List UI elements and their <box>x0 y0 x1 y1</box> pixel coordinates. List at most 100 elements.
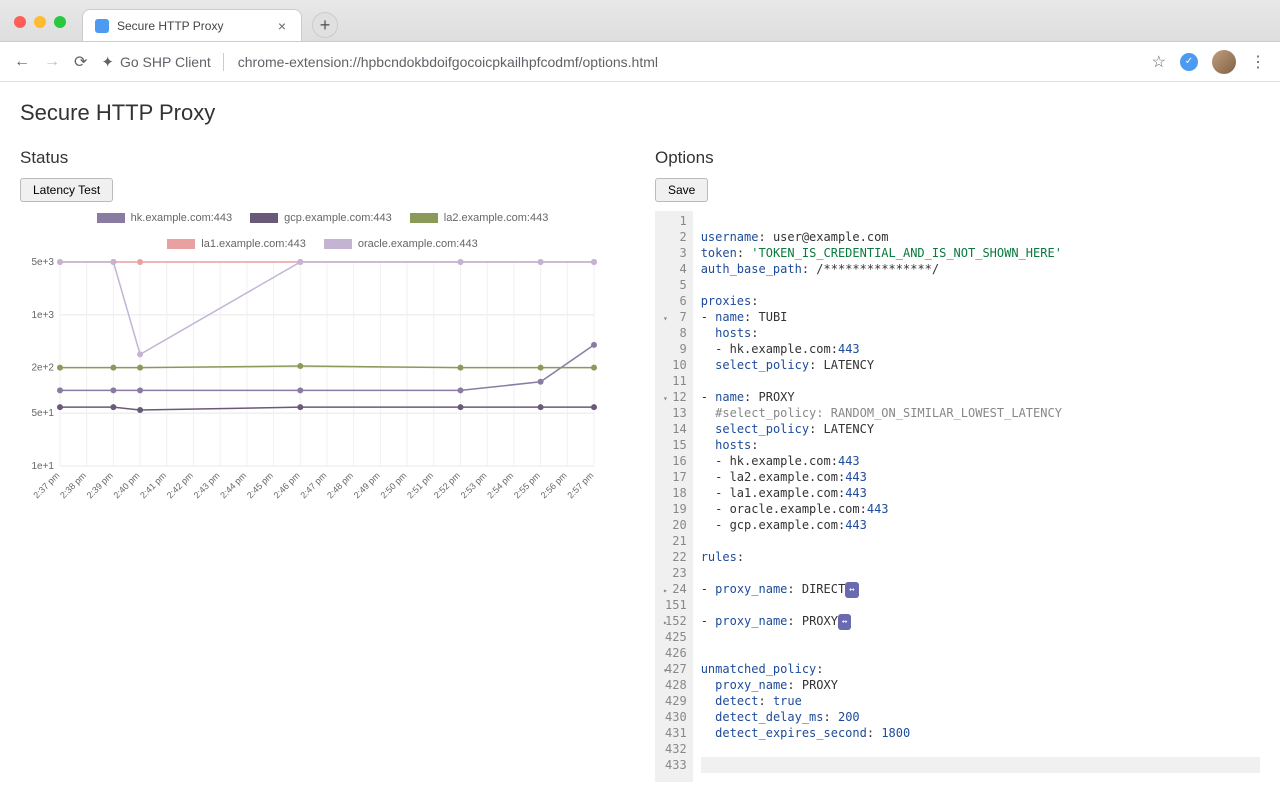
code-line[interactable]: - gcp.example.com:443 <box>701 517 1260 533</box>
code-line[interactable] <box>701 213 1260 229</box>
legend-label: la2.example.com:443 <box>444 212 549 224</box>
code-line[interactable]: select_policy: LATENCY <box>701 357 1260 373</box>
code-line[interactable]: - la1.example.com:443 <box>701 485 1260 501</box>
page-title: Secure HTTP Proxy <box>20 100 1260 126</box>
code-line[interactable]: unmatched_policy: <box>701 661 1260 677</box>
gutter-line-number: 426 <box>665 645 687 661</box>
code-line[interactable]: - oracle.example.com:443 <box>701 501 1260 517</box>
code-line[interactable]: proxy_name: PROXY <box>701 677 1260 693</box>
minimize-window-button[interactable] <box>34 16 46 28</box>
browser-tab[interactable]: Secure HTTP Proxy × <box>82 9 302 41</box>
cloud-icon <box>95 19 109 33</box>
latency-test-button[interactable]: Latency Test <box>20 178 113 202</box>
legend-item[interactable]: gcp.example.com:443 <box>250 212 392 224</box>
gutter-line-number: 11 <box>665 373 687 389</box>
svg-text:2:56 pm: 2:56 pm <box>539 470 569 500</box>
menu-kebab-icon[interactable]: ⋮ <box>1250 52 1266 72</box>
page-content: Secure HTTP Proxy Status Latency Test hk… <box>0 82 1280 800</box>
address-bar-row: ← → ⟳ ✦ Go SHP Client chrome-extension:/… <box>0 42 1280 82</box>
gutter-line-number: 12▾ <box>665 389 687 405</box>
bookmark-star-icon[interactable]: ☆ <box>1152 52 1166 72</box>
legend-item[interactable]: oracle.example.com:443 <box>324 238 478 250</box>
code-line[interactable]: username: user@example.com <box>701 229 1260 245</box>
code-line[interactable] <box>701 277 1260 293</box>
svg-text:2:50 pm: 2:50 pm <box>378 470 408 500</box>
gutter-line-number: 14 <box>665 421 687 437</box>
code-line[interactable]: select_policy: LATENCY <box>701 421 1260 437</box>
status-heading: Status <box>20 148 625 168</box>
code-line[interactable]: - hk.example.com:443 <box>701 341 1260 357</box>
svg-text:2:53 pm: 2:53 pm <box>459 470 489 500</box>
code-line[interactable]: proxies: <box>701 293 1260 309</box>
profile-avatar[interactable] <box>1212 50 1236 74</box>
legend-label: gcp.example.com:443 <box>284 212 392 224</box>
svg-text:2:39 pm: 2:39 pm <box>85 470 115 500</box>
legend-item[interactable]: la1.example.com:443 <box>167 238 306 250</box>
code-line[interactable] <box>701 629 1260 645</box>
code-line[interactable]: - proxy_name: DIRECT↔ <box>701 581 1260 597</box>
folded-badge[interactable]: ↔ <box>845 582 858 598</box>
code-line[interactable]: auth_base_path: /***************/ <box>701 261 1260 277</box>
svg-text:5e+3: 5e+3 <box>31 257 54 268</box>
code-line[interactable] <box>701 373 1260 389</box>
gutter-line-number: 13 <box>665 405 687 421</box>
config-editor[interactable]: 1234567▾89101112▾13141516171819202122232… <box>655 210 1260 782</box>
gutter-line-number: 4 <box>665 261 687 277</box>
address-url[interactable]: chrome-extension://hpbcndokbdoifgocoicpk… <box>238 54 1138 70</box>
folded-badge[interactable]: ↔ <box>838 614 851 630</box>
gutter-line-number: 8 <box>665 325 687 341</box>
code-line[interactable] <box>701 533 1260 549</box>
code-line[interactable]: - la2.example.com:443 <box>701 469 1260 485</box>
svg-text:2:38 pm: 2:38 pm <box>58 470 88 500</box>
forward-button[interactable]: → <box>44 53 60 71</box>
code-line[interactable]: detect_delay_ms: 200 <box>701 709 1260 725</box>
gutter-line-number: 9 <box>665 341 687 357</box>
legend-item[interactable]: hk.example.com:443 <box>97 212 233 224</box>
svg-text:2:41 pm: 2:41 pm <box>138 470 168 500</box>
close-tab-button[interactable]: × <box>275 19 289 33</box>
svg-text:2:44 pm: 2:44 pm <box>218 470 248 500</box>
close-window-button[interactable] <box>14 16 26 28</box>
gutter-line-number: 22 <box>665 549 687 565</box>
legend-label: oracle.example.com:443 <box>358 238 478 250</box>
maximize-window-button[interactable] <box>54 16 66 28</box>
code-line[interactable]: token: 'TOKEN_IS_CREDENTIAL_AND_IS_NOT_S… <box>701 245 1260 261</box>
new-tab-button[interactable]: + <box>312 12 338 38</box>
back-button[interactable]: ← <box>14 53 30 71</box>
extension-chip[interactable]: ✦ Go SHP Client <box>101 53 223 71</box>
code-line[interactable]: detect_expires_second: 1800 <box>701 725 1260 741</box>
svg-text:2:46 pm: 2:46 pm <box>272 470 302 500</box>
tab-title: Secure HTTP Proxy <box>117 19 223 33</box>
code-line[interactable]: detect: true <box>701 693 1260 709</box>
code-line[interactable]: - name: TUBI <box>701 309 1260 325</box>
code-line[interactable]: hosts: <box>701 325 1260 341</box>
code-line[interactable] <box>701 597 1260 613</box>
gutter-line-number: 152▸ <box>665 613 687 629</box>
svg-text:2:47 pm: 2:47 pm <box>298 470 328 500</box>
gutter-line-number: 10 <box>665 357 687 373</box>
gutter-line-number: 19 <box>665 501 687 517</box>
code-line[interactable]: hosts: <box>701 437 1260 453</box>
tab-strip: Secure HTTP Proxy × + <box>0 0 1280 42</box>
code-line[interactable] <box>701 565 1260 581</box>
gutter-line-number: 1 <box>665 213 687 229</box>
code-line[interactable]: rules: <box>701 549 1260 565</box>
legend-item[interactable]: la2.example.com:443 <box>410 212 549 224</box>
code-line[interactable] <box>701 741 1260 757</box>
reload-button[interactable]: ⟳ <box>74 52 87 72</box>
gutter-line-number: 429 <box>665 693 687 709</box>
code-line[interactable] <box>701 757 1260 773</box>
gutter-line-number: 427▾ <box>665 661 687 677</box>
gutter-line-number: 16 <box>665 453 687 469</box>
sync-cloud-icon[interactable]: ✓ <box>1180 53 1198 71</box>
svg-text:2:42 pm: 2:42 pm <box>165 470 195 500</box>
save-button[interactable]: Save <box>655 178 708 202</box>
code-line[interactable]: - name: PROXY <box>701 389 1260 405</box>
code-line[interactable]: #select_policy: RANDOM_ON_SIMILAR_LOWEST… <box>701 405 1260 421</box>
code-line[interactable]: - hk.example.com:443 <box>701 453 1260 469</box>
gutter-line-number: 15 <box>665 437 687 453</box>
gutter-line-number: 3 <box>665 245 687 261</box>
chart-canvas[interactable]: 5e+31e+32e+25e+11e+12:37 pm2:38 pm2:39 p… <box>20 256 600 516</box>
code-line[interactable] <box>701 645 1260 661</box>
code-line[interactable]: - proxy_name: PROXY↔ <box>701 613 1260 629</box>
